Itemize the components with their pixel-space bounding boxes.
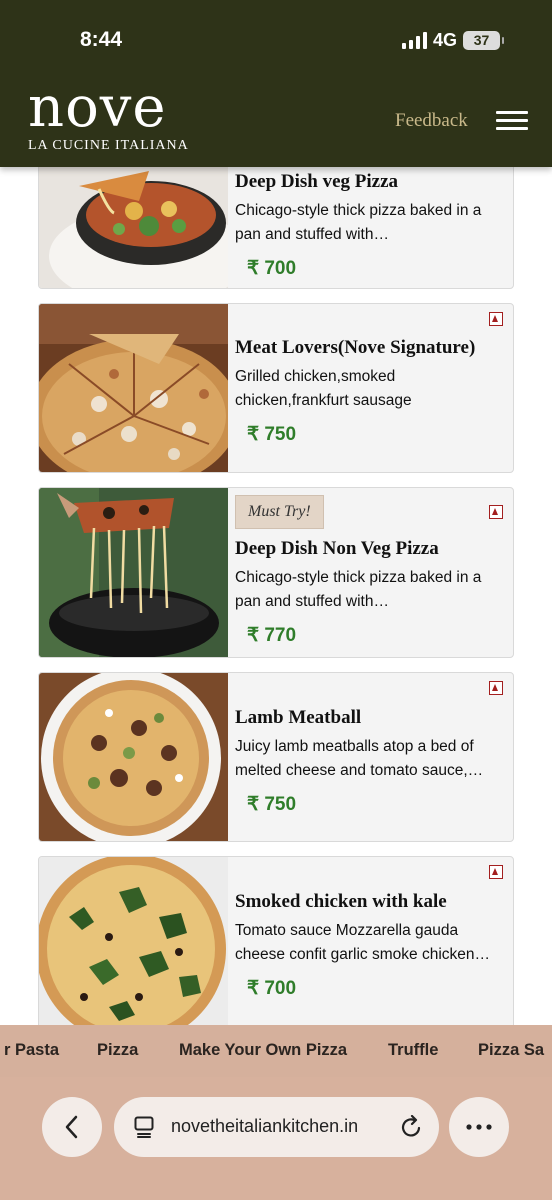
category-tab-bar: r Pasta Pizza Make Your Own Pizza Truffl… xyxy=(0,1025,552,1077)
category-tab-pizza-sa[interactable]: Pizza Sa xyxy=(478,1041,544,1060)
item-price: ₹ 700 xyxy=(247,258,297,279)
item-title: Deep Dish veg Pizza xyxy=(235,171,399,192)
browser-toolbar: novetheitaliankitchen.in xyxy=(0,1077,552,1200)
feedback-link[interactable]: Feedback xyxy=(395,110,468,132)
menu-item-card[interactable]: Lamb Meatball Juicy lamb meatballs atop … xyxy=(38,672,514,842)
menu-item-image xyxy=(39,304,228,472)
must-try-badge: Must Try! xyxy=(235,495,324,529)
item-title: Meat Lovers(Nove Signature) xyxy=(235,337,476,358)
logo-star-icon xyxy=(115,100,119,120)
back-button[interactable] xyxy=(42,1097,102,1157)
site-header: 8:44 4G 37 nove LA CUCINE ITALIANA Feedb… xyxy=(0,0,552,167)
item-description: Tomato sauce Mozzarella gauda cheese con… xyxy=(235,922,491,963)
site-logo[interactable]: nove LA CUCINE ITALIANA xyxy=(28,80,189,154)
more-options-button[interactable] xyxy=(449,1097,509,1157)
menu-item-card[interactable]: Smoked chicken with kale Tomato sauce Mo… xyxy=(38,856,514,1036)
item-description: Grilled chicken,smoked chicken,frankfurt… xyxy=(235,368,412,409)
app-root: 8:44 4G 37 nove LA CUCINE ITALIANA Feedb… xyxy=(0,0,552,1200)
item-price: ₹ 750 xyxy=(247,794,297,815)
item-title: Smoked chicken with kale xyxy=(235,891,447,912)
item-price: ₹ 700 xyxy=(247,978,297,999)
url-text: novetheitaliankitchen.in xyxy=(171,1116,359,1136)
item-title: Lamb Meatball xyxy=(235,707,362,728)
category-tab-make-your-own-pizza[interactable]: Make Your Own Pizza xyxy=(179,1041,347,1060)
logo-subtitle: LA CUCINE ITALIANA xyxy=(28,138,189,153)
chevron-left-icon xyxy=(65,1115,78,1139)
status-indicators: 4G 37 xyxy=(401,30,504,51)
menu-item-card[interactable]: Must Try! Deep Dish Non Veg Pizza Chicag… xyxy=(38,487,514,658)
non-veg-icon xyxy=(489,681,503,695)
menu-item-image xyxy=(39,488,228,657)
item-price: ₹ 770 xyxy=(247,625,297,646)
item-title: Deep Dish Non Veg Pizza xyxy=(235,538,439,559)
item-price: ₹ 750 xyxy=(247,424,297,445)
non-veg-icon xyxy=(489,312,503,326)
menu-item-image xyxy=(39,673,228,841)
menu-item-image xyxy=(39,857,228,1035)
battery-icon: 37 xyxy=(463,31,504,50)
logo-word: nove xyxy=(28,75,167,140)
hamburger-menu-icon[interactable] xyxy=(496,111,528,131)
ellipsis-icon xyxy=(466,1124,492,1130)
reload-icon[interactable] xyxy=(401,1115,423,1139)
category-tab-pizza[interactable]: Pizza xyxy=(97,1041,138,1060)
category-tab-truffle[interactable]: Truffle xyxy=(388,1041,438,1060)
item-description: Chicago-style thick pizza baked in a pan… xyxy=(235,569,482,610)
menu-item-image xyxy=(39,151,228,288)
item-description: Juicy lamb meatballs atop a bed of melte… xyxy=(235,738,484,779)
menu-item-card[interactable]: Deep Dish veg Pizza Chicago-style thick … xyxy=(38,150,514,289)
signal-icon xyxy=(401,32,427,49)
menu-item-card[interactable]: Meat Lovers(Nove Signature) Grilled chic… xyxy=(38,303,514,473)
non-veg-icon xyxy=(489,865,503,879)
network-type: 4G xyxy=(432,30,457,50)
category-tab-pasta[interactable]: r Pasta xyxy=(4,1041,59,1060)
item-description: Chicago-style thick pizza baked in a pan… xyxy=(235,202,482,243)
page-info-icon[interactable] xyxy=(134,1116,154,1138)
address-bar[interactable]: novetheitaliankitchen.in xyxy=(114,1097,439,1157)
status-time: 8:44 xyxy=(80,28,123,51)
